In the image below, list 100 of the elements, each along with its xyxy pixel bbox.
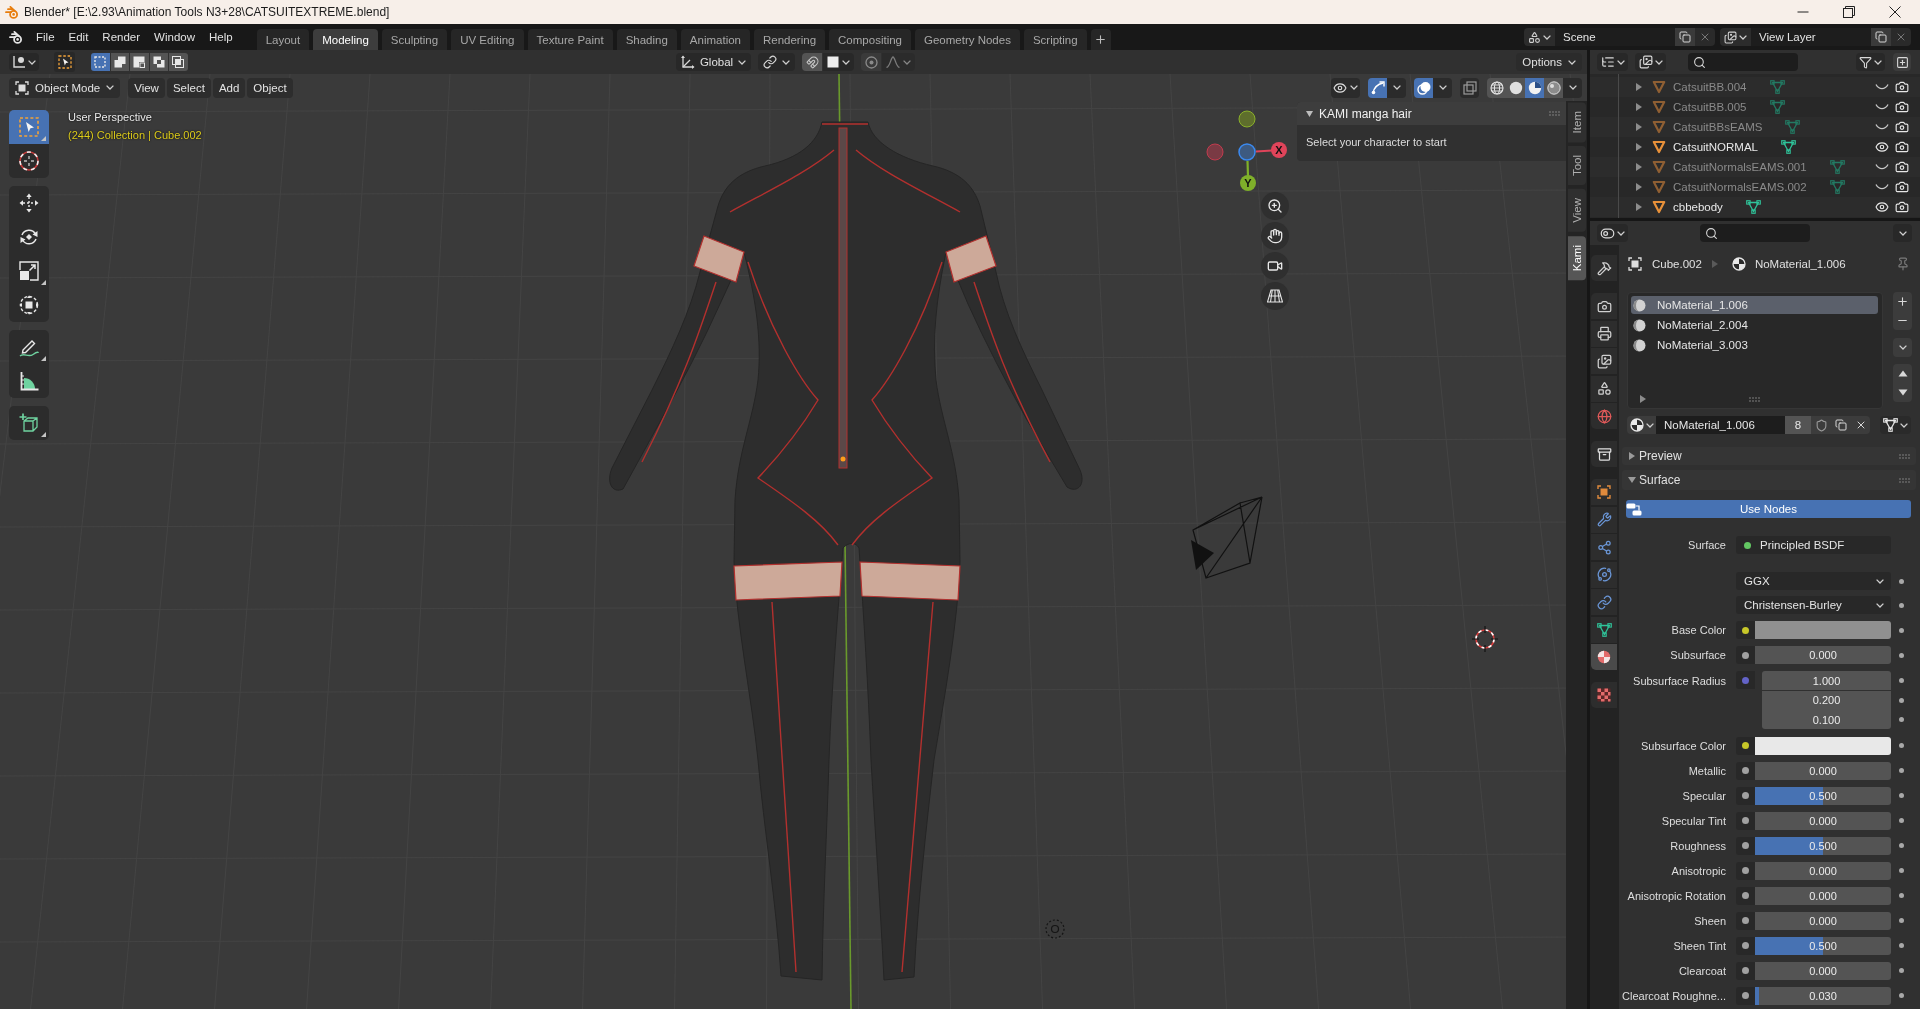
eye-icon[interactable] — [1875, 140, 1889, 154]
value-field[interactable]: 0.000 — [1755, 861, 1891, 880]
outliner-row[interactable]: CatsuitBB.004 — [1590, 77, 1920, 97]
remove-slot-button[interactable] — [1893, 311, 1912, 330]
filter-button[interactable] — [1856, 53, 1885, 71]
shading-menu-button[interactable] — [1563, 77, 1582, 98]
dot-icon[interactable] — [1899, 697, 1904, 703]
eye-icon[interactable] — [1875, 200, 1889, 214]
socket-button[interactable] — [1736, 886, 1755, 905]
menu-item[interactable]: Window — [147, 27, 202, 47]
mode-dropdown[interactable]: Object Mode — [9, 77, 121, 98]
user-count-button[interactable]: 8 — [1785, 416, 1811, 434]
editor-type-button[interactable] — [1597, 224, 1628, 242]
panel-header[interactable]: Surface — [1622, 470, 1916, 490]
dot-icon[interactable] — [1899, 843, 1904, 848]
workspace-tab[interactable]: Shading — [616, 29, 677, 50]
tool-button[interactable] — [9, 186, 49, 220]
color-swatch[interactable] — [1755, 621, 1891, 639]
selection-mode-button[interactable] — [169, 53, 188, 71]
dot-icon[interactable] — [1899, 793, 1904, 798]
tool-button[interactable] — [9, 330, 49, 364]
properties-tab[interactable] — [1591, 375, 1617, 402]
scene-browse-button[interactable] — [1524, 28, 1555, 46]
closed-eye-icon[interactable] — [1875, 123, 1889, 131]
dot-icon[interactable] — [1899, 918, 1904, 923]
value-field[interactable]: 0.030 — [1755, 986, 1891, 1005]
dot-icon[interactable] — [1899, 768, 1904, 773]
properties-tab[interactable] — [1591, 561, 1617, 588]
selection-mode-button[interactable] — [130, 53, 149, 71]
remove-button[interactable] — [1695, 28, 1715, 46]
socket-button[interactable] — [1736, 736, 1755, 755]
value-field[interactable]: 0.500 — [1755, 786, 1891, 805]
socket-button[interactable] — [1736, 761, 1755, 780]
sidebar-tab[interactable]: Kami — [1568, 236, 1586, 281]
socket-button[interactable] — [1736, 646, 1755, 664]
tool-button[interactable] — [9, 406, 49, 440]
material-name-field[interactable]: NoMaterial_1.006 — [1656, 416, 1785, 434]
outliner-row[interactable]: cbbebody — [1590, 197, 1920, 217]
socket-button[interactable] — [1736, 911, 1755, 930]
viewport-toggle[interactable] — [1414, 77, 1433, 98]
workspace-tab[interactable]: UV Editing — [451, 29, 524, 50]
selection-mode-button[interactable] — [110, 53, 129, 71]
negative-y-handle[interactable] — [1238, 110, 1256, 128]
selection-mode-button[interactable] — [149, 53, 168, 71]
restore-icon[interactable] — [1843, 6, 1855, 18]
method-dropdown[interactable]: Christensen-Burley — [1736, 596, 1891, 614]
value-field[interactable]: 0.200 — [1762, 690, 1891, 710]
value-field[interactable]: 0.000 — [1755, 886, 1891, 905]
fake-user-button[interactable] — [1811, 416, 1831, 434]
socket-button[interactable] — [1736, 986, 1755, 1005]
shading-mode-button[interactable] — [1544, 77, 1563, 98]
snap-toggle[interactable] — [802, 53, 823, 71]
workspace-tab[interactable]: Rendering — [754, 29, 826, 50]
search-field[interactable] — [1688, 53, 1798, 71]
dot-icon[interactable] — [1899, 943, 1904, 948]
material-slot[interactable]: NoMaterial_1.006 — [1631, 296, 1878, 314]
search-field[interactable] — [1700, 224, 1810, 242]
socket-button[interactable] — [1736, 836, 1755, 855]
duplicate-button[interactable] — [1871, 28, 1891, 46]
value-field[interactable]: 0.000 — [1755, 961, 1891, 980]
workspace-tab[interactable]: Animation — [680, 29, 750, 50]
value-field[interactable]: 0.500 — [1755, 836, 1891, 855]
properties-tab[interactable] — [1591, 479, 1617, 505]
shading-mode-button[interactable] — [1506, 77, 1525, 98]
unlink-button[interactable] — [1851, 416, 1870, 434]
proportional-toggle[interactable] — [861, 53, 882, 71]
menu-item[interactable]: Select — [166, 77, 211, 98]
panel-header[interactable]: Preview — [1622, 447, 1916, 465]
properties-tab[interactable] — [1591, 616, 1617, 643]
dot-icon[interactable] — [1899, 743, 1904, 748]
add-workspace-button[interactable] — [1090, 29, 1111, 50]
menu-item[interactable]: Add — [212, 77, 246, 98]
closed-eye-icon[interactable] — [1875, 163, 1889, 171]
workspace-tab[interactable]: Geometry Nodes — [915, 29, 1020, 50]
menu-item[interactable]: Render — [95, 27, 148, 47]
move-up-button[interactable] — [1893, 364, 1912, 383]
socket-button[interactable] — [1736, 961, 1755, 980]
value-field[interactable]: 0.000 — [1755, 761, 1891, 780]
socket-button[interactable] — [1736, 861, 1755, 880]
logo-icon[interactable] — [9, 30, 23, 44]
dot-icon[interactable] — [1899, 578, 1904, 584]
camera-view-button[interactable] — [1261, 252, 1289, 280]
socket-button[interactable] — [1736, 786, 1755, 805]
properties-tab[interactable] — [1591, 644, 1617, 670]
slot-menu-button[interactable] — [1893, 338, 1912, 357]
menu-item[interactable]: Help — [202, 27, 240, 47]
projection-button[interactable] — [1261, 282, 1289, 310]
negative-x-handle[interactable] — [1206, 143, 1224, 161]
menu-item[interactable]: View — [128, 77, 165, 98]
menu-item[interactable]: Object — [247, 77, 293, 98]
workspace-tab[interactable]: Layout — [256, 29, 310, 50]
dot-icon[interactable] — [1899, 893, 1904, 898]
closed-eye-icon[interactable] — [1875, 183, 1889, 191]
value-field[interactable]: 0.100 — [1762, 710, 1891, 729]
shader-dropdown[interactable]: Principled BSDF — [1736, 536, 1891, 554]
toggle-menu-button[interactable] — [1387, 77, 1406, 98]
menu-item[interactable]: Edit — [61, 27, 96, 47]
z-axis-handle[interactable] — [1238, 143, 1256, 161]
dot-icon[interactable] — [1899, 678, 1904, 684]
outliner-row[interactable]: CatsuitBBsEAMS — [1590, 117, 1920, 137]
